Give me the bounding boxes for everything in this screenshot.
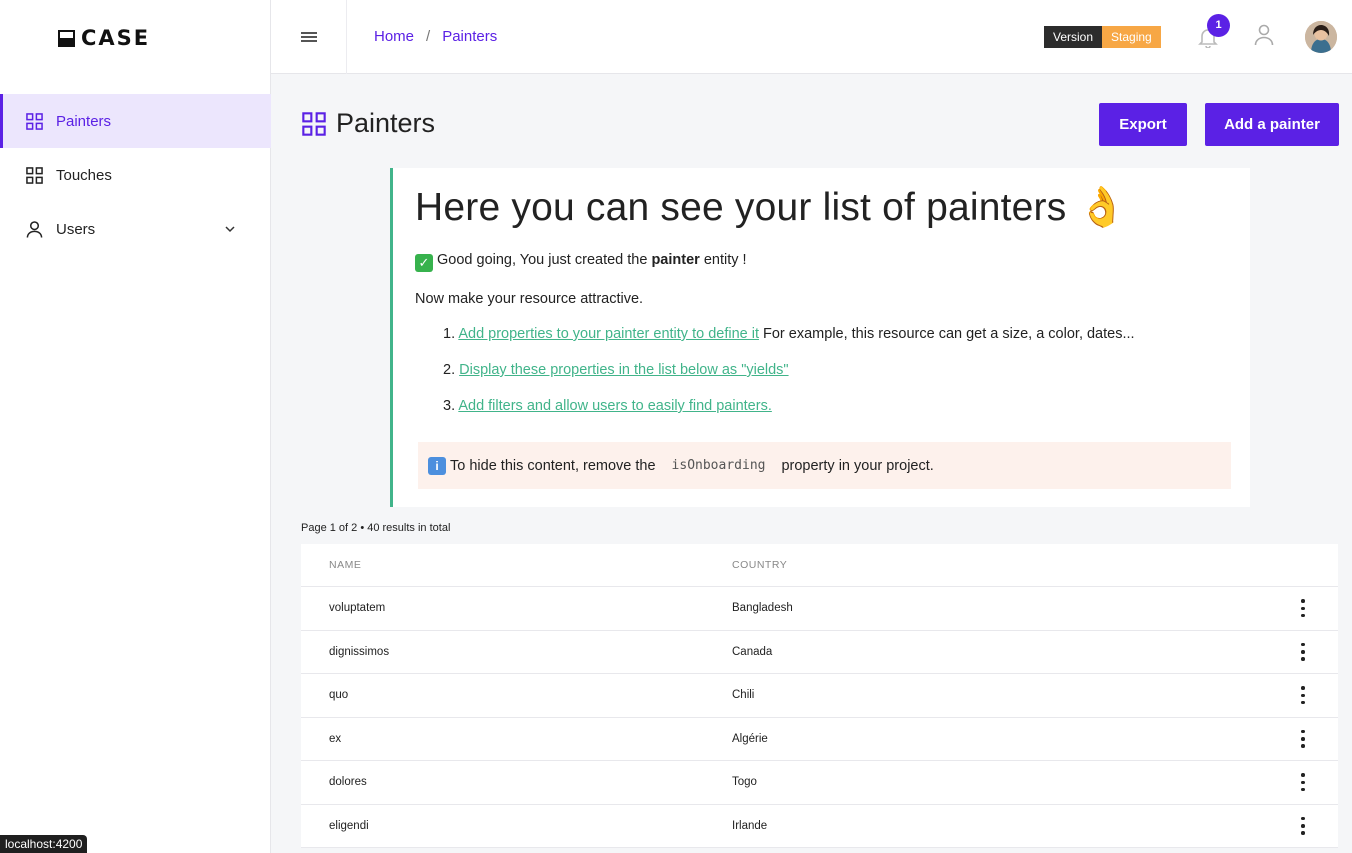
info-icon: i: [428, 456, 446, 475]
sidebar-item-painters[interactable]: Painters: [0, 94, 271, 148]
top-bar: Home / Painters Version Staging 1: [271, 0, 1352, 74]
step-description: For example, this resource can get a siz…: [758, 326, 1135, 342]
onboarding-heading: Here you can see your list of painters 👌: [415, 186, 1127, 229]
more-options-icon[interactable]: [1299, 686, 1307, 705]
cell-name: dignissimos: [329, 645, 390, 658]
user-icon: [26, 220, 43, 238]
version-badge: Version Staging: [1044, 26, 1161, 48]
hide-prefix: To hide this content, remove the: [450, 457, 656, 474]
notification-count-badge[interactable]: 1: [1207, 14, 1230, 37]
cell-name: dolores: [329, 776, 367, 789]
logo-text: CASE: [81, 26, 151, 50]
add-properties-link[interactable]: Add properties to your painter entity to…: [458, 326, 759, 342]
cell-country: Canada: [732, 645, 773, 658]
more-options-icon[interactable]: [1299, 816, 1307, 835]
cell-country: Bangladesh: [732, 602, 793, 615]
export-button[interactable]: Export: [1099, 103, 1187, 146]
created-suffix: entity !: [699, 252, 747, 268]
created-prefix: Good going, You just created the: [437, 252, 652, 268]
breadcrumb-separator: /: [426, 28, 431, 45]
more-options-icon[interactable]: [1299, 642, 1307, 661]
onboarding-intro: Now make your resource attractive.: [415, 291, 644, 307]
step-number: 2.: [443, 362, 456, 378]
grid-icon: [26, 166, 43, 184]
cell-country: Chili: [732, 689, 755, 702]
sidebar: CASE Painters Touches Users: [0, 0, 271, 853]
add-filters-link[interactable]: Add filters and allow users to easily fi…: [458, 398, 772, 414]
step-number: 1.: [443, 326, 456, 342]
results-summary: Page 1 of 2 • 40 results in total: [301, 522, 451, 534]
table-row[interactable]: quo Chili: [301, 674, 1338, 718]
list-item: 3. Add filters and allow users to easily…: [443, 398, 1250, 434]
grid-icon: [302, 111, 326, 136]
more-options-icon[interactable]: [1299, 773, 1307, 792]
cell-name: voluptatem: [329, 602, 386, 615]
table-row[interactable]: dolores Togo: [301, 761, 1338, 805]
created-entity: painter: [651, 252, 700, 268]
sidebar-item-label: Users: [56, 220, 96, 238]
sidebar-item-label: Touches: [56, 166, 112, 184]
onboarding-created-text: ✓ Good going, You just created the painte…: [415, 252, 1250, 272]
column-header-name[interactable]: NAME: [329, 559, 361, 571]
sidebar-nav: Painters Touches Users: [0, 94, 271, 256]
chevron-down-icon[interactable]: [223, 222, 237, 236]
cell-name: eligendi: [329, 819, 369, 832]
display-properties-link[interactable]: Display these properties in the list bel…: [459, 362, 788, 378]
table-header: NAME COUNTRY: [301, 544, 1338, 587]
code-snippet: isOnboarding: [661, 455, 776, 476]
version-env: Staging: [1102, 26, 1161, 48]
add-painter-button[interactable]: Add a painter: [1205, 103, 1339, 146]
grid-icon: [26, 112, 43, 130]
cell-country: Togo: [732, 776, 757, 789]
onboarding-hide-notice: i To hide this content, remove the isOnb…: [418, 442, 1231, 489]
table-row[interactable]: ex Algérie: [301, 718, 1338, 761]
avatar-image-icon: [1305, 21, 1337, 53]
logo[interactable]: CASE: [58, 26, 150, 50]
version-label: Version: [1044, 26, 1103, 48]
cell-country: Irlande: [732, 819, 768, 832]
page-title-text: Painters: [336, 108, 436, 138]
breadcrumb-painters[interactable]: Painters: [442, 28, 497, 45]
onboarding-card: Here you can see your list of painters 👌…: [390, 168, 1250, 507]
cell-name: ex: [329, 732, 342, 745]
hamburger-icon: [300, 30, 317, 45]
sidebar-item-touches[interactable]: Touches: [0, 148, 271, 202]
user-icon[interactable]: [1253, 24, 1275, 46]
sidebar-item-label: Painters: [56, 112, 112, 130]
check-icon: ✓: [415, 254, 433, 272]
sidebar-item-users[interactable]: Users: [0, 202, 271, 256]
page-title: Painters: [302, 108, 435, 139]
hide-suffix: property in your project.: [781, 457, 934, 474]
onboarding-steps: 1. Add properties to your painter entity…: [415, 326, 1250, 434]
breadcrumb-home[interactable]: Home: [374, 28, 414, 45]
more-options-icon[interactable]: [1299, 599, 1307, 618]
breadcrumb: Home / Painters: [374, 28, 497, 45]
browser-status-url: localhost:4200: [0, 835, 88, 853]
logo-mark-icon: [58, 29, 75, 47]
menu-toggle-button[interactable]: [271, 0, 347, 74]
more-options-icon[interactable]: [1299, 729, 1307, 748]
cell-country: Algérie: [732, 732, 768, 745]
table-row[interactable]: voluptatem Bangladesh: [301, 587, 1338, 631]
list-item: 1. Add properties to your painter entity…: [443, 326, 1250, 362]
list-item: 2. Display these properties in the list …: [443, 362, 1250, 398]
step-number: 3.: [443, 398, 456, 414]
table-row[interactable]: eligendi Irlande: [301, 805, 1338, 848]
painters-table: NAME COUNTRY voluptatem Bangladesh digni…: [301, 544, 1338, 848]
cell-name: quo: [329, 689, 349, 702]
column-header-country[interactable]: COUNTRY: [732, 559, 787, 571]
avatar[interactable]: [1305, 21, 1337, 53]
table-row[interactable]: dignissimos Canada: [301, 631, 1338, 674]
